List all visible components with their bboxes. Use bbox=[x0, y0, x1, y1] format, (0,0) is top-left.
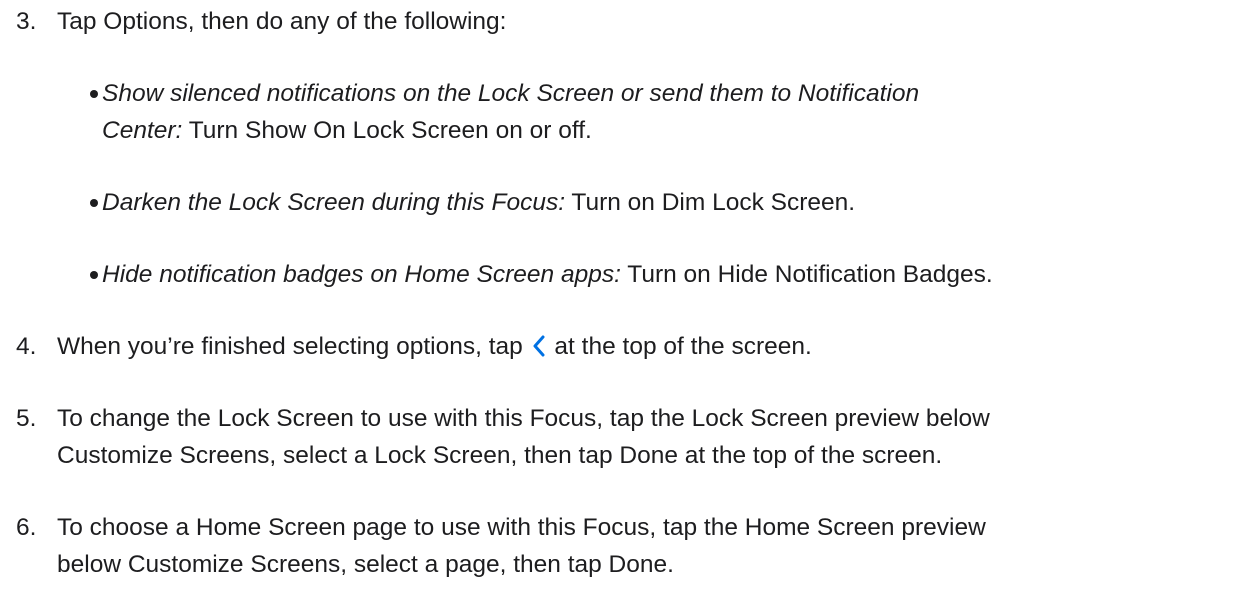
step-text-before: When you’re finished selecting options, … bbox=[57, 333, 523, 360]
step-number: 4. bbox=[16, 333, 37, 360]
bullet-emphasis: Center: bbox=[102, 117, 183, 144]
step-text-line-2: below Customize Screens, select a page, … bbox=[57, 551, 674, 578]
bullet-emphasis: Hide notification badges on Home Screen … bbox=[102, 261, 621, 288]
bullet-line-2: Center: Turn Show On Lock Screen on or o… bbox=[102, 112, 592, 149]
bullet-text: Turn on Dim Lock Screen. bbox=[571, 189, 856, 216]
bullet-emphasis: Darken the Lock Screen during this Focus… bbox=[102, 189, 566, 216]
chevron-left-icon bbox=[532, 331, 546, 368]
bullet-text: Turn on Hide Notification Badges. bbox=[627, 261, 993, 288]
bullet-dot bbox=[90, 271, 98, 279]
step-text: When you’re finished selecting options, … bbox=[57, 328, 812, 368]
step-text-line-1: To choose a Home Screen page to use with… bbox=[57, 514, 986, 541]
bullet-emphasis: Show silenced notifications on the Lock … bbox=[102, 80, 920, 107]
step-text-line-1: To change the Lock Screen to use with th… bbox=[57, 405, 990, 432]
bullet-dot bbox=[90, 199, 98, 207]
step-text: Tap Options, then do any of the followin… bbox=[57, 8, 507, 35]
step-number: 6. bbox=[16, 514, 37, 541]
bullet-line-1: Show silenced notifications on the Lock … bbox=[102, 75, 919, 112]
bullet-line: Hide notification badges on Home Screen … bbox=[102, 256, 993, 293]
step-text-after: at the top of the screen. bbox=[554, 333, 812, 360]
bullet-line: Darken the Lock Screen during this Focus… bbox=[102, 184, 855, 221]
step-text-line-2: Customize Screens, select a Lock Screen,… bbox=[57, 442, 943, 469]
step-number: 3. bbox=[16, 8, 37, 35]
bullet-text: Turn Show On Lock Screen on or off. bbox=[188, 117, 592, 144]
bullet-dot bbox=[90, 90, 98, 98]
step-number: 5. bbox=[16, 405, 37, 432]
help-article: 3. Tap Options, then do any of the follo… bbox=[0, 0, 1234, 616]
